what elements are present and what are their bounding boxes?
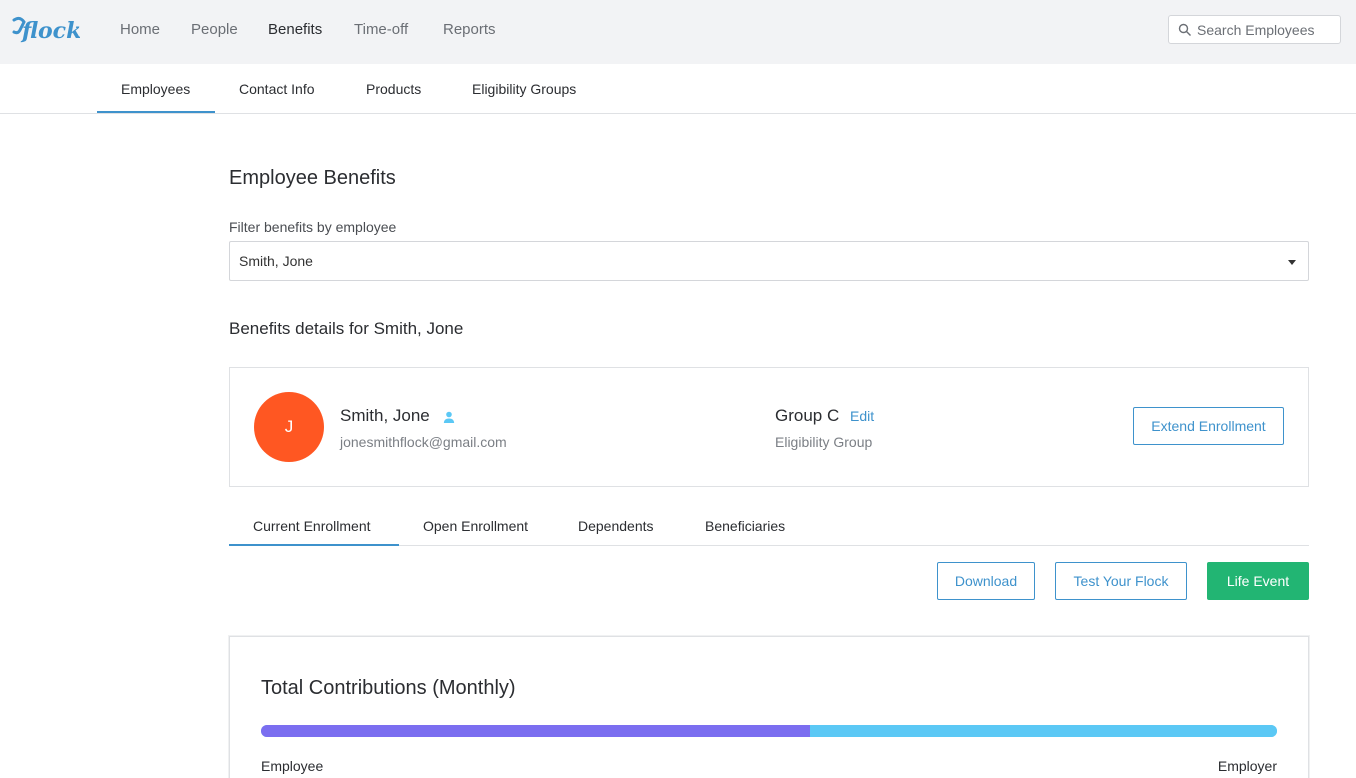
contributions-panel: Total Contributions (Monthly) Employee E… xyxy=(229,636,1309,778)
contributions-title: Total Contributions (Monthly) xyxy=(261,677,516,699)
download-button[interactable]: Download xyxy=(937,562,1035,600)
nav-home[interactable]: Home xyxy=(120,21,160,38)
nav-people[interactable]: People xyxy=(191,21,238,38)
logo-text: flock xyxy=(20,18,80,44)
employee-name: Smith, Jone xyxy=(340,406,430,425)
filter-label: Filter benefits by employee xyxy=(229,219,397,235)
nav-benefits[interactable]: Benefits xyxy=(268,21,322,38)
sub-nav: Employees Contact Info Products Eligibil… xyxy=(0,64,1356,114)
search-icon xyxy=(1178,23,1191,36)
test-your-flock-button[interactable]: Test Your Flock xyxy=(1055,562,1187,600)
employer-legend: Employer xyxy=(1217,758,1277,774)
search-box[interactable] xyxy=(1168,15,1341,44)
employer-contribution-bar xyxy=(810,725,1277,737)
flock-logo[interactable]: flock xyxy=(10,12,80,48)
eligibility-group-label: Eligibility Group xyxy=(775,434,873,450)
employee-contribution-bar xyxy=(261,725,810,737)
tab-dependents[interactable]: Dependents xyxy=(578,518,654,534)
nav-time-off[interactable]: Time-off xyxy=(354,21,408,38)
person-icon xyxy=(443,411,455,423)
tab-open-enrollment[interactable]: Open Enrollment xyxy=(423,518,528,534)
edit-group-link[interactable]: Edit xyxy=(850,408,874,424)
employee-filter-value: Smith, Jone xyxy=(239,253,313,269)
caret-down-icon xyxy=(1288,260,1296,265)
avatar: J xyxy=(254,392,324,462)
eligibility-group-name: Group C xyxy=(775,406,840,425)
tab-current-enrollment[interactable]: Current Enrollment xyxy=(253,518,371,534)
contributions-bar xyxy=(261,725,1277,737)
details-heading: Benefits details for Smith, Jone xyxy=(229,319,464,338)
life-event-button[interactable]: Life Event xyxy=(1207,562,1309,600)
nav-reports[interactable]: Reports xyxy=(443,21,496,38)
employee-email: jonesmithflock@gmail.com xyxy=(340,434,507,450)
employee-legend: Employee xyxy=(261,758,324,774)
active-subtab-indicator xyxy=(97,111,215,113)
tab-beneficiaries[interactable]: Beneficiaries xyxy=(705,518,785,534)
subtab-eligibility-groups[interactable]: Eligibility Groups xyxy=(472,81,576,97)
top-bar: flock Home People Benefits Time-off Repo… xyxy=(0,0,1356,64)
subtab-employees[interactable]: Employees xyxy=(121,81,190,97)
search-input[interactable] xyxy=(1197,16,1337,43)
subtab-contact-info[interactable]: Contact Info xyxy=(239,81,315,97)
subtab-products[interactable]: Products xyxy=(366,81,421,97)
employee-card: J Smith, Jone jonesmithflock@gmail.com G… xyxy=(229,367,1309,487)
enrollment-tabs: Current Enrollment Open Enrollment Depen… xyxy=(229,505,1309,546)
employee-filter-select[interactable]: Smith, Jone xyxy=(229,241,1309,281)
active-tab-indicator xyxy=(229,544,399,546)
extend-enrollment-button[interactable]: Extend Enrollment xyxy=(1133,407,1284,445)
page-title: Employee Benefits xyxy=(229,167,396,189)
